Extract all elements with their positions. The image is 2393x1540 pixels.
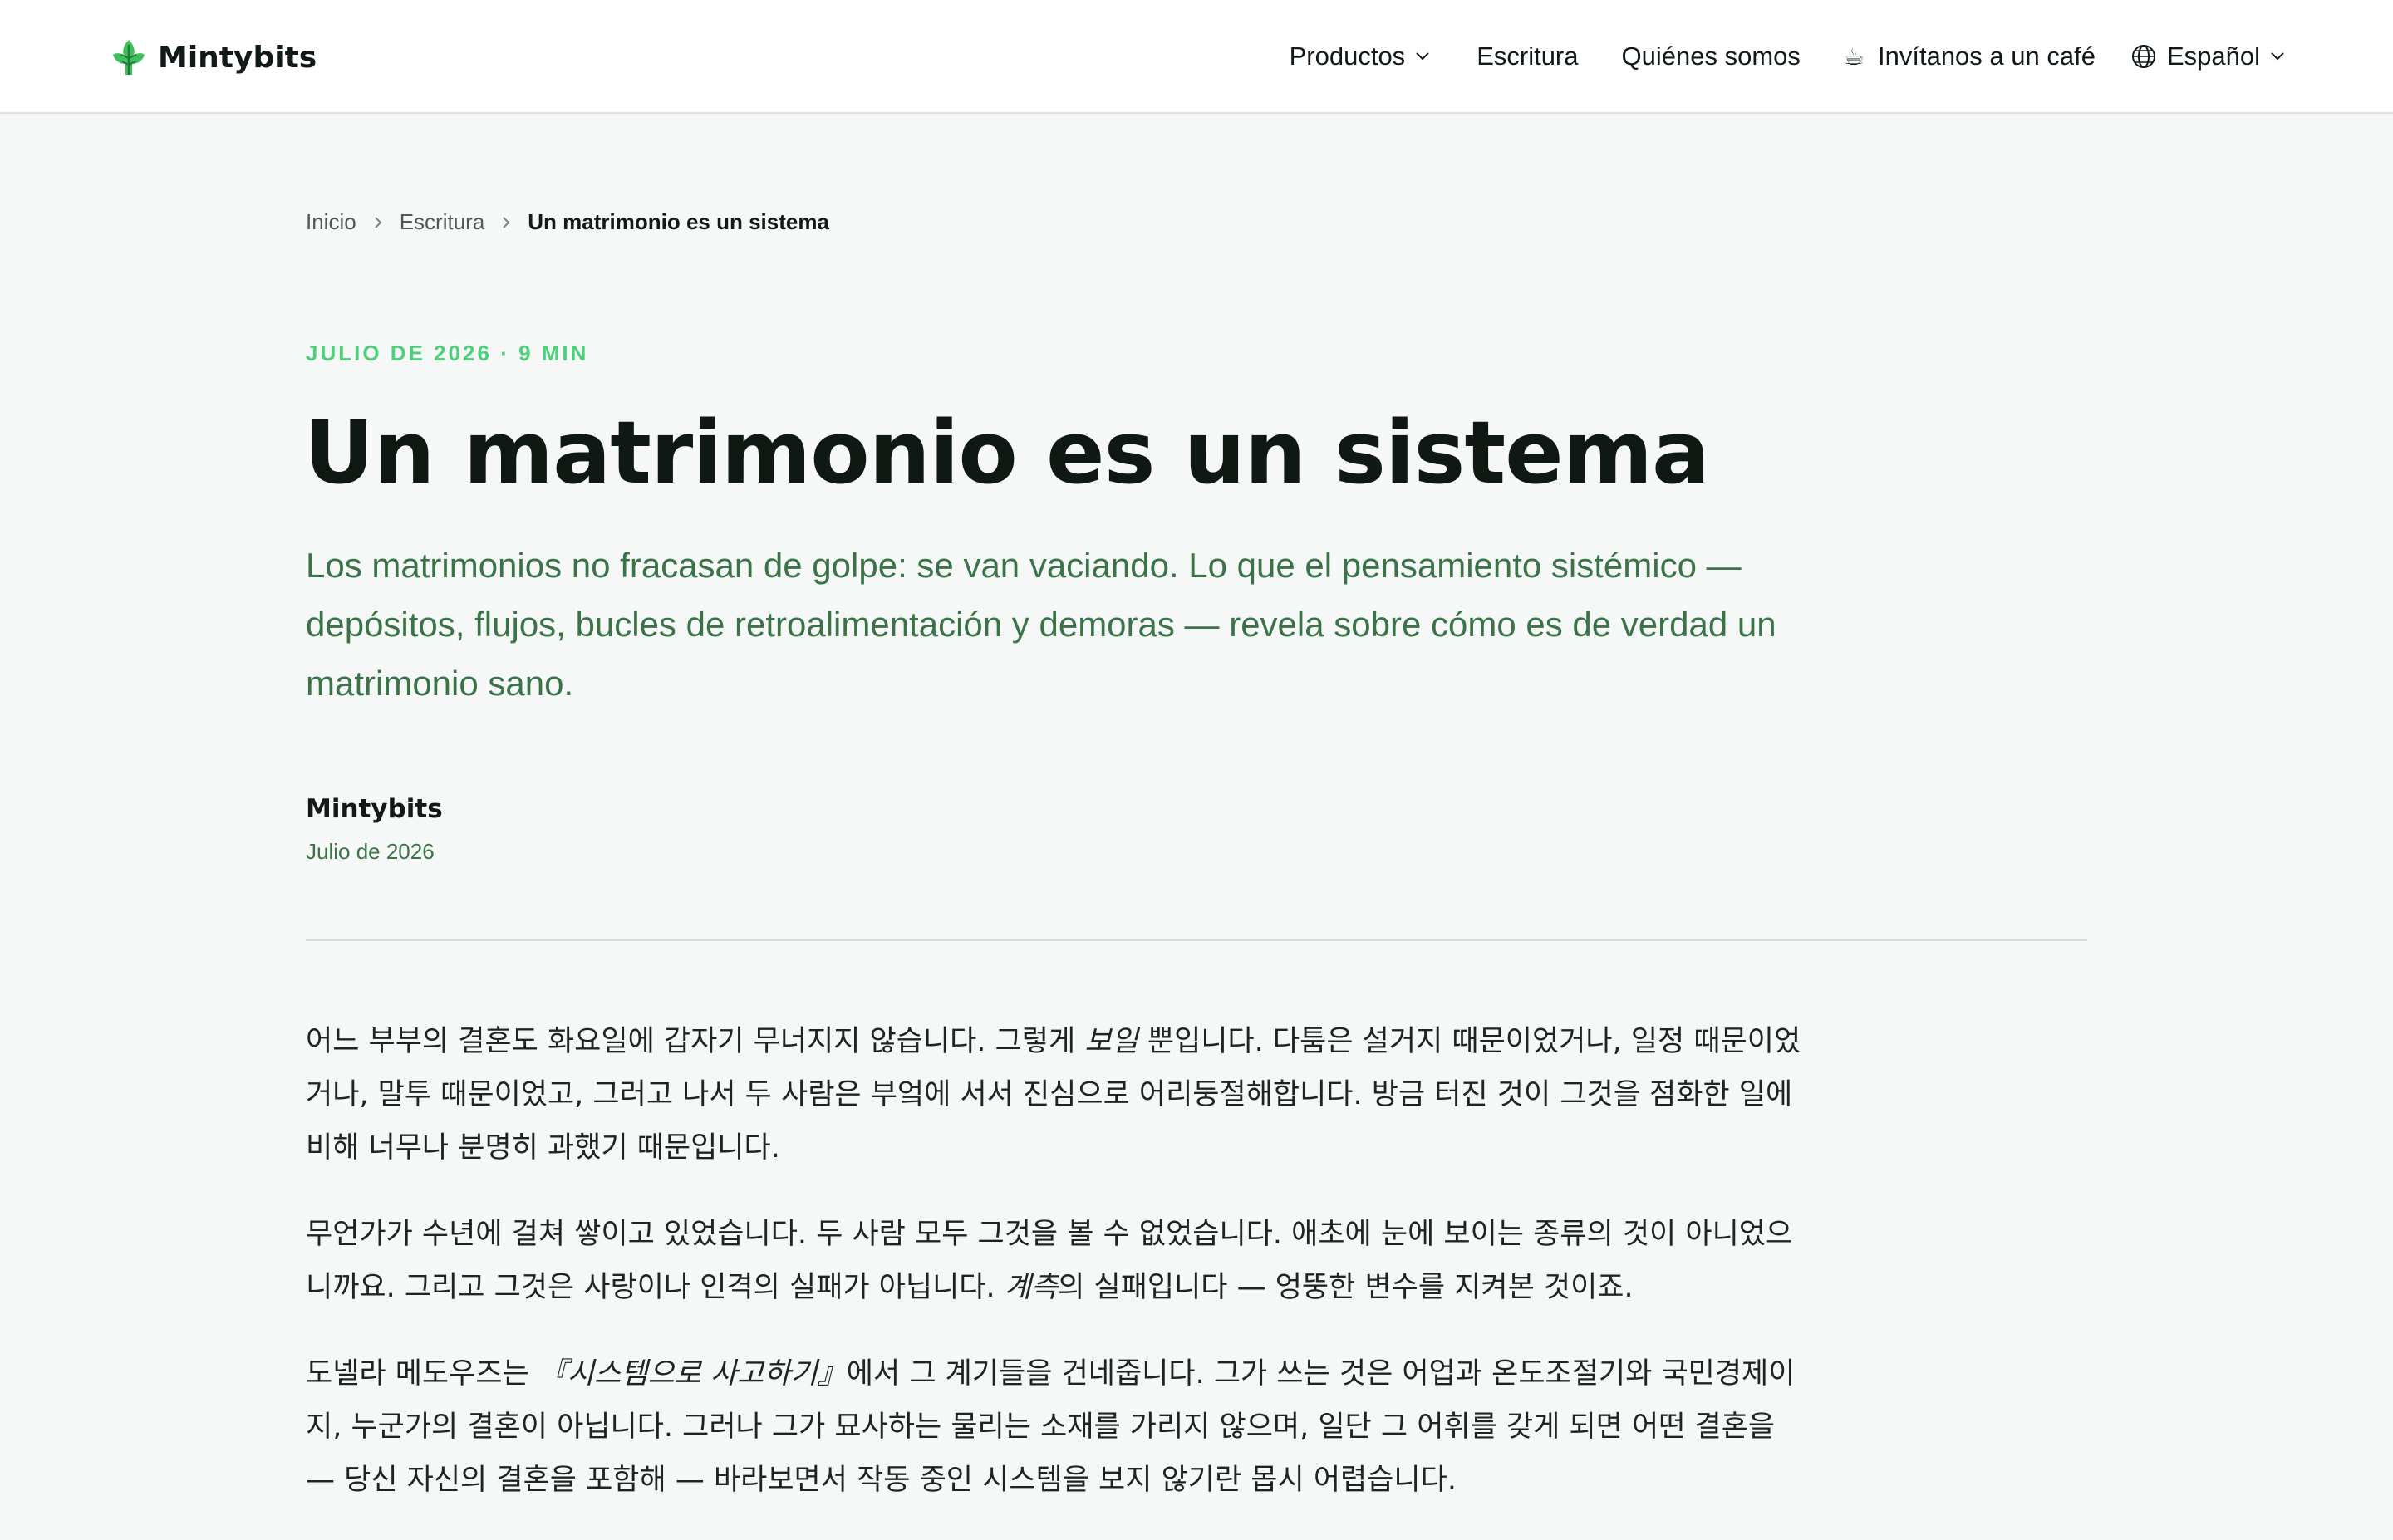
nav-products-dropdown[interactable]: Productos xyxy=(1290,42,1431,71)
nav-writing-label: Escritura xyxy=(1477,42,1579,71)
breadcrumb-home-link[interactable]: Inicio xyxy=(306,209,356,235)
body-paragraph: 도넬라 메도우즈는 『시스템으로 사고하기』에서 그 계기들을 건네줍니다. 그… xyxy=(306,1347,1811,1507)
nav-coffee-label: Invítanos a un café xyxy=(1878,42,2096,71)
globe-icon xyxy=(2131,45,2155,68)
author-name: Mintybits xyxy=(306,794,443,824)
article-body: 어느 부부의 결혼도 화요일에 갑자기 무너지지 않습니다. 그렇게 보일 뿐입… xyxy=(306,1015,1811,1540)
chevron-right-icon xyxy=(503,216,510,228)
leaf-logo-icon xyxy=(113,40,145,75)
article-lede: Los matrimonios no fracasan de golpe: se… xyxy=(306,546,1776,703)
chevron-right-icon xyxy=(374,216,382,228)
brand-name: Mintybits xyxy=(158,40,317,75)
nav-about-link[interactable]: Quiénes somos xyxy=(1622,42,1801,71)
nav-products-label: Productos xyxy=(1289,42,1406,71)
paragraph-text: 도넬라 메도우즈는 xyxy=(306,1357,538,1390)
nav-writing-link[interactable]: Escritura xyxy=(1477,42,1578,71)
breadcrumb-current: Un matrimonio es un sistema xyxy=(528,209,829,234)
nav-coffee-link[interactable]: ☕ Invítanos a un café xyxy=(1844,42,2096,71)
emphasis-text: 보일 xyxy=(1084,1025,1138,1058)
language-label: Español xyxy=(2166,42,2260,71)
article-title: Un matrimonio es un sistema xyxy=(304,402,1710,503)
author-date: Julio de 2026 xyxy=(306,839,435,864)
nav-about-label: Quiénes somos xyxy=(1621,42,1801,71)
paragraph-text: 어느 부부의 결혼도 화요일에 갑자기 무너지지 않습니다. 그렇게 xyxy=(306,1025,1085,1058)
chevron-down-icon xyxy=(1416,52,1429,61)
main-nav: Productos Escritura Quiénes somos ☕ Inví… xyxy=(1290,33,2285,80)
breadcrumb-section-link[interactable]: Escritura xyxy=(400,209,485,235)
body-paragraph: 어느 부부의 결혼도 화요일에 갑자기 무너지지 않습니다. 그렇게 보일 뿐입… xyxy=(306,1015,1811,1175)
body-paragraph: 무언가가 수년에 걸쳐 쌓이고 있었습니다. 두 사람 모두 그것을 볼 수 없… xyxy=(306,1208,1811,1314)
coffee-cup-icon: ☕ xyxy=(1843,43,1865,70)
language-selector[interactable]: Español xyxy=(2130,42,2285,71)
brand-logo-link[interactable]: Mintybits xyxy=(111,37,317,78)
book-title-emphasis: 『시스템으로 사고하기』 xyxy=(538,1357,847,1390)
site-header: Mintybits Productos Escritura Quiénes so… xyxy=(0,0,2393,114)
chevron-down-icon xyxy=(2271,52,2284,61)
paragraph-text: 의 실패입니다 — 엉뚱한 변수를 지켜본 것이죠. xyxy=(1058,1271,1634,1304)
article-meta: JULIO DE 2026 · 9 MIN xyxy=(306,341,589,365)
emphasis-text: 계측 xyxy=(1004,1271,1059,1304)
divider xyxy=(306,939,2087,941)
breadcrumb: Inicio Escritura Un matrimonio es un sis… xyxy=(306,209,829,235)
